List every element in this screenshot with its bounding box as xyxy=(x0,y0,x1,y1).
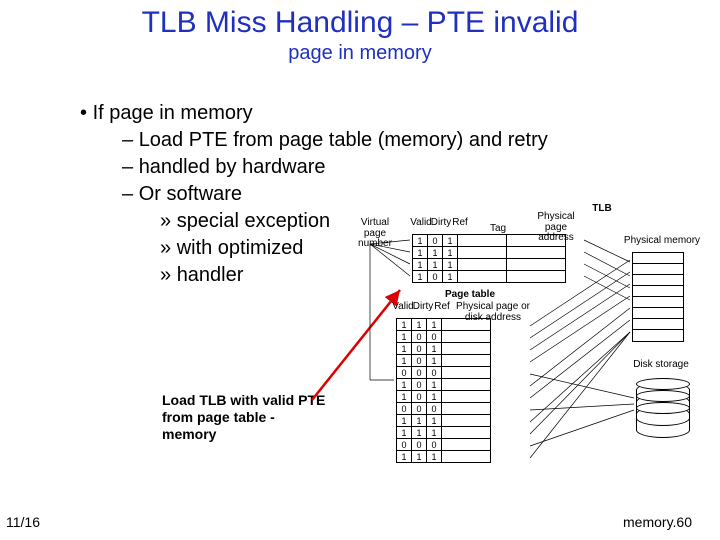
label-vpn: Virtual page number xyxy=(350,218,400,250)
tlb-table: 101111111101 xyxy=(412,234,566,283)
slide-title: TLB Miss Handling – PTE invalid xyxy=(0,6,720,39)
label-ref: Ref xyxy=(448,218,472,229)
label-pt: Page table xyxy=(430,290,510,301)
label-tag: Tag xyxy=(478,224,518,235)
label-disk: Disk storage xyxy=(626,360,696,371)
label-pt-ref: Ref xyxy=(430,302,454,313)
diagram: Virtual page number Valid Dirty Ref Tag … xyxy=(360,200,700,460)
label-tlb: TLB xyxy=(582,204,622,215)
annotation-lead: Load TLB xyxy=(162,392,227,408)
bullet-l1: If page in memory xyxy=(80,100,640,127)
disk-icon-3 xyxy=(636,406,690,438)
footer-date: 11/16 xyxy=(6,514,40,530)
footer-pageno: memory.60 xyxy=(623,514,692,530)
page-table: 111100101101000101101000111111000111 xyxy=(396,318,491,463)
label-pm: Physical memory xyxy=(622,236,702,247)
bullet-l2b: handled by hardware xyxy=(122,154,640,181)
physical-memory xyxy=(632,252,684,342)
slide-subtitle: page in memory xyxy=(0,42,720,65)
annotation-text: Load TLB with valid PTE from page table … xyxy=(162,392,332,442)
bullet-l2a: Load PTE from page table (memory) and re… xyxy=(122,127,640,154)
